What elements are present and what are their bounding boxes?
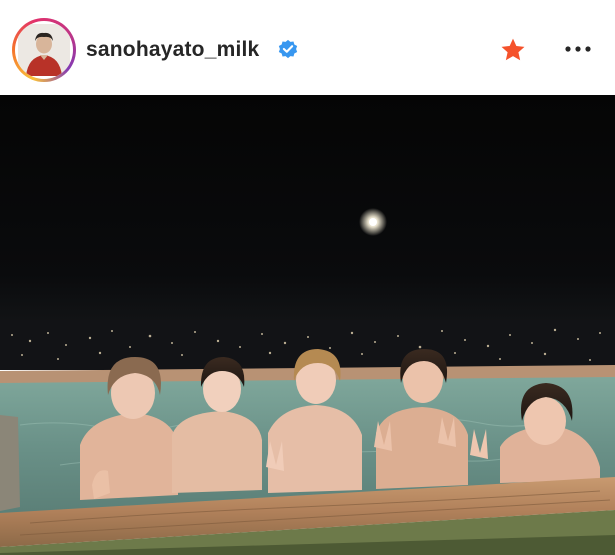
stone-pillar: [0, 415, 20, 511]
profile-avatar: [18, 24, 70, 76]
night-sky: [0, 95, 615, 335]
story-ring[interactable]: [12, 18, 76, 82]
avatar[interactable]: [15, 21, 73, 79]
star-icon[interactable]: [500, 38, 526, 63]
post-header: sanohayato_milk: [0, 0, 615, 95]
verified-badge-icon: [278, 39, 298, 59]
more-options-icon[interactable]: [564, 44, 592, 54]
post-photo[interactable]: [0, 95, 615, 555]
username[interactable]: sanohayato_milk: [86, 38, 259, 62]
